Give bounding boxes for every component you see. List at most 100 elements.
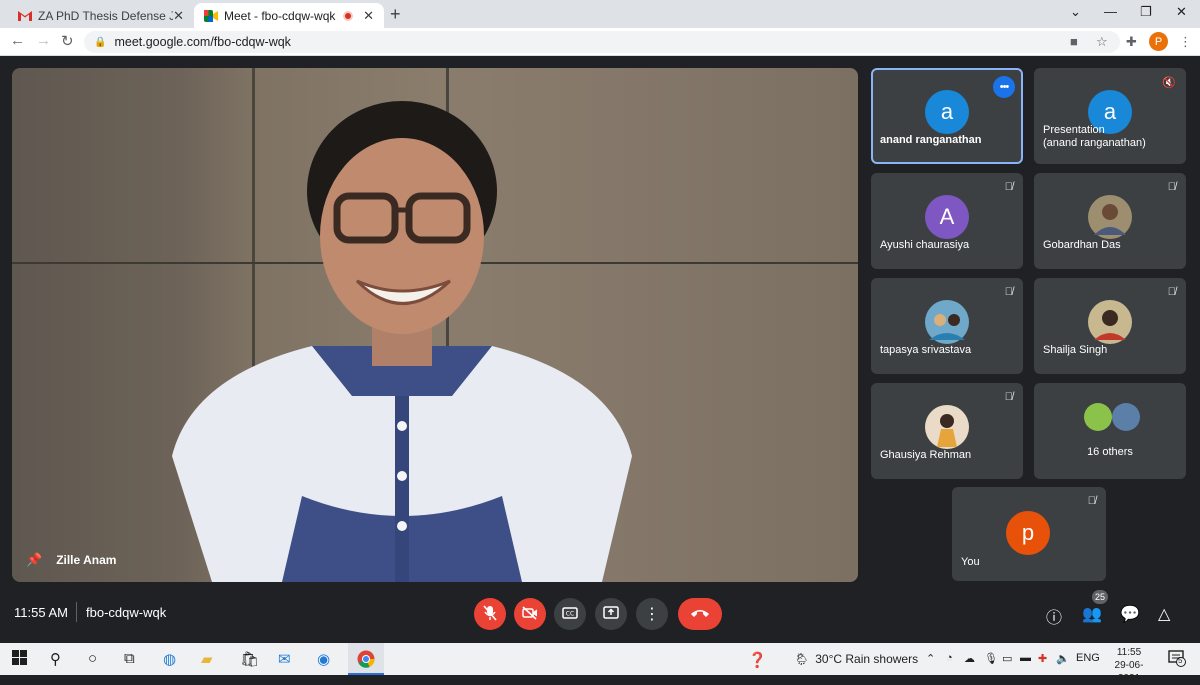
avatar-photo	[1088, 300, 1132, 344]
meeting-details-icon[interactable]: ⓘ	[1046, 604, 1062, 628]
present-icon	[603, 606, 619, 622]
participant-name: Shailja Singh	[1043, 344, 1108, 356]
self-label: You	[961, 556, 980, 568]
profile-avatar[interactable]: P	[1149, 32, 1168, 51]
cortana-icon[interactable]: ○	[88, 650, 97, 667]
recording-indicator-icon	[343, 10, 354, 21]
others-count: 16 others	[1087, 446, 1133, 458]
tray-chevron-icon[interactable]: ⌃	[926, 652, 935, 665]
mic-toggle-button[interactable]	[474, 598, 506, 630]
close-icon[interactable]: ✕	[173, 8, 184, 24]
tab-gmail[interactable]: ZA PhD Thesis Defense Joining D ✕	[8, 3, 194, 28]
edge-icon[interactable]: ◍	[163, 650, 176, 668]
chrome-menu-icon[interactable]: ⋮	[1179, 34, 1192, 50]
window-close-icon[interactable]: ✕	[1176, 4, 1187, 20]
clock-time: 11:55	[1116, 647, 1142, 658]
meeting-controls: 11:55 AM fbo-cdqw-wqk CC ⋮ ⓘ 👥 25 💬 △	[0, 590, 1200, 636]
mic-off-icon: 🎙̸	[1004, 391, 1013, 403]
participant-tile[interactable]: 🎙̸ Gobardhan Das	[1034, 173, 1186, 269]
bookmark-star-icon[interactable]: ☆	[1096, 34, 1108, 50]
windows-taskbar: ⚲ ○ ⧉ ◍ ▰ 🛍 ✉ ◉ ❓ 🌦 30°C Rain showers ⌃ …	[0, 643, 1200, 684]
self-tile[interactable]: p 🎙̸ You	[952, 487, 1106, 581]
people-icon[interactable]: 👥	[1082, 604, 1102, 624]
activities-icon[interactable]: △	[1158, 604, 1170, 624]
address-bar[interactable]: 🔒 meet.google.com/fbo-cdqw-wqk	[84, 31, 1120, 53]
tab-search-icon[interactable]: ⌄	[1070, 4, 1081, 20]
mic-off-icon: 🎙̸	[1004, 181, 1013, 193]
more-options-button[interactable]: ⋮	[636, 598, 668, 630]
back-icon[interactable]: ←	[10, 32, 25, 49]
restore-icon[interactable]: ❐	[1140, 4, 1152, 20]
meeting-code: fbo-cdqw-wqk	[86, 605, 167, 620]
tab-title: ZA PhD Thesis Defense Joining D	[38, 8, 174, 23]
taskbar-chrome-button[interactable]	[348, 643, 384, 675]
chrome-icon	[357, 650, 375, 673]
meeting-time: 11:55 AM	[14, 605, 68, 620]
search-icon[interactable]: ⚲	[50, 650, 61, 668]
more-vert-icon: ⋮	[644, 606, 660, 623]
minimize-icon[interactable]: —	[1104, 4, 1117, 19]
language-indicator[interactable]: ENG	[1076, 652, 1100, 664]
onedrive-icon[interactable]: ☁	[964, 652, 975, 665]
more-options-icon[interactable]: •••	[993, 76, 1015, 98]
help-icon[interactable]: ❓	[748, 651, 767, 669]
lock-icon: 🔒	[94, 36, 107, 48]
pin-icon[interactable]: 📌	[26, 552, 42, 568]
tray-app-icon[interactable]: ◔	[946, 652, 953, 664]
participant-tile[interactable]: 🎙̸ Ghausiya Rehman	[871, 383, 1023, 479]
mic-off-icon: 🎙̸	[1167, 286, 1176, 298]
participant-name: Presentation (anand ranganathan)	[1043, 124, 1146, 149]
weather-widget[interactable]: 🌦 30°C Rain showers	[794, 652, 918, 666]
store-icon[interactable]: 🛍	[240, 650, 259, 668]
browser-tabstrip: ZA PhD Thesis Defense Joining D ✕ Meet -…	[0, 0, 1200, 28]
tray-camera-icon[interactable]: ▭	[1002, 652, 1012, 665]
avatar: a	[925, 90, 969, 134]
close-icon[interactable]: ✕	[363, 8, 374, 24]
participant-name: Ayushi chaurasiya	[880, 239, 970, 251]
participant-name: Ghausiya Rehman	[880, 449, 972, 461]
task-view-icon[interactable]: ⧉	[124, 650, 135, 667]
tray-alert-icon[interactable]: ✚	[1038, 652, 1047, 665]
tray-mic-icon[interactable]: 🎙	[984, 652, 998, 665]
windows-start-icon[interactable]	[12, 650, 27, 669]
weather-text: 30°C Rain showers	[815, 652, 919, 666]
participant-name: Gobardhan Das	[1043, 239, 1121, 251]
forward-icon[interactable]: →	[36, 32, 51, 49]
tab-meet[interactable]: Meet - fbo-cdqw-wqk ✕	[194, 3, 384, 28]
leave-call-button[interactable]	[678, 598, 722, 630]
hang-up-icon	[690, 605, 710, 623]
new-tab-button[interactable]: +	[390, 4, 401, 25]
avatar-photo	[1084, 403, 1112, 431]
notification-count: 5	[1178, 656, 1183, 665]
participant-tile[interactable]: a 🔇 Presentation (anand ranganathan)	[1034, 68, 1186, 164]
participant-tile[interactable]: 🎙̸ tapasya srivastava	[871, 278, 1023, 374]
camera-icon[interactable]: ■	[1070, 34, 1078, 49]
notifications-icon[interactable]: 5	[1168, 649, 1186, 671]
file-explorer-icon[interactable]: ▰	[201, 650, 213, 668]
battery-icon[interactable]: ▬	[1020, 652, 1031, 664]
main-speaker-label: 📌 Zille Anam	[26, 552, 116, 568]
camera-toggle-button[interactable]	[514, 598, 546, 630]
meet-icon	[204, 9, 218, 23]
others-tile[interactable]: 16 others	[1034, 383, 1186, 479]
reload-icon[interactable]: ↻	[61, 32, 74, 50]
extensions-icon[interactable]: ✚	[1126, 34, 1137, 50]
present-now-button[interactable]	[595, 598, 627, 630]
avatar: A	[925, 195, 969, 239]
participant-tile[interactable]: A 🎙̸ Ayushi chaurasiya	[871, 173, 1023, 269]
volume-icon[interactable]: 🔈	[1056, 652, 1070, 665]
app-icon[interactable]: ◉	[317, 650, 330, 668]
chat-icon[interactable]: 💬	[1120, 604, 1140, 624]
mic-off-icon: 🎙̸	[1004, 286, 1013, 298]
speaker-figure	[172, 101, 632, 582]
participant-tile[interactable]: 🎙̸ Shailja Singh	[1034, 278, 1186, 374]
captions-button[interactable]: CC	[554, 598, 586, 630]
mail-icon[interactable]: ✉	[278, 650, 291, 668]
participant-tile[interactable]: a ••• anand ranganathan	[871, 68, 1023, 164]
main-speaker-video[interactable]: 📌 Zille Anam	[12, 68, 858, 582]
system-clock[interactable]: 11:55 29-06-2021	[1104, 646, 1154, 685]
avatar-photo	[925, 405, 969, 449]
gmail-icon	[18, 9, 32, 23]
people-count-badge: 25	[1092, 590, 1108, 604]
clock-date: 29-06-2021	[1114, 660, 1144, 684]
